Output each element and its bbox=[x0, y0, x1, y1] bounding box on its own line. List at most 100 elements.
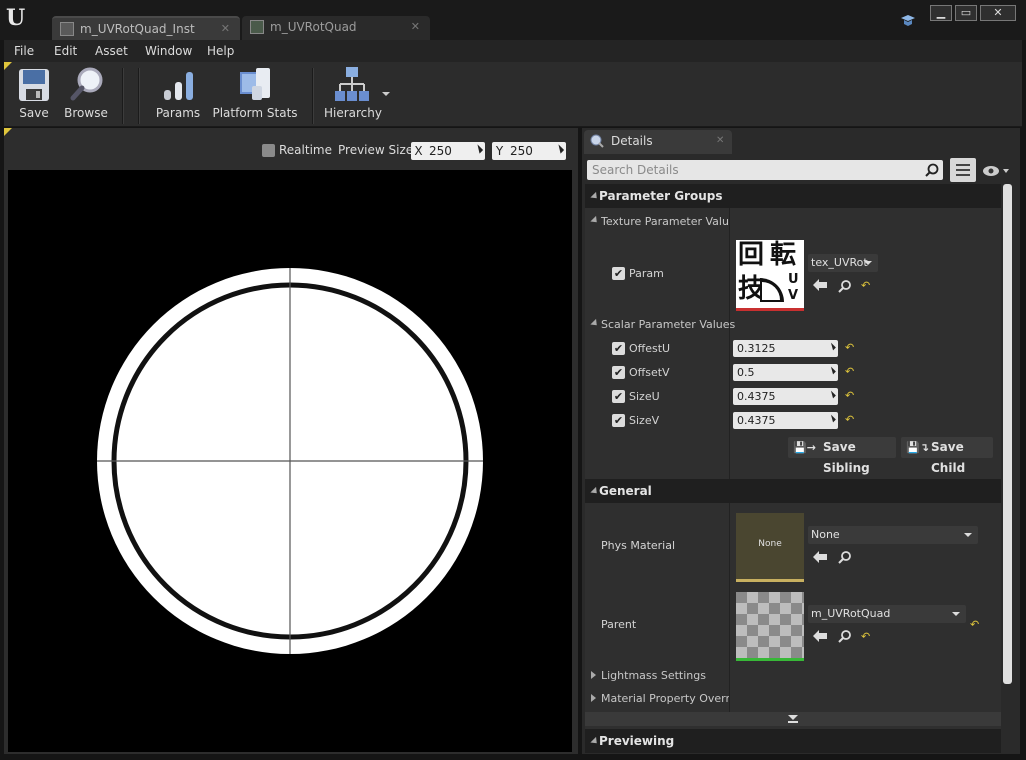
browse-asset-icon[interactable] bbox=[838, 279, 852, 293]
search-details-input[interactable]: Search Details bbox=[587, 160, 943, 180]
params-button[interactable]: Params bbox=[154, 62, 202, 126]
sizeu-input[interactable]: 0.4375 bbox=[733, 388, 838, 405]
phys-material-thumbnail[interactable]: None bbox=[736, 513, 804, 582]
scalar-label: SizeU bbox=[629, 390, 660, 403]
magnifier-icon bbox=[70, 67, 103, 101]
texture-asset-dropdown[interactable]: tex_UVRot bbox=[808, 254, 878, 272]
drag-arrow-icon bbox=[828, 390, 836, 399]
reset-to-default-icon[interactable]: ↶ bbox=[845, 365, 854, 378]
save-child-icon: 💾↴ bbox=[906, 441, 929, 454]
texture-group-row[interactable]: Texture Parameter Value bbox=[585, 210, 729, 232]
collapsed-arrow-icon bbox=[591, 694, 596, 702]
close-tab-icon[interactable]: ✕ bbox=[716, 130, 724, 152]
close-tab-icon[interactable]: ✕ bbox=[221, 18, 230, 40]
save-sibling-icon: 💾→ bbox=[793, 441, 816, 454]
scalar-value: 0.4375 bbox=[737, 414, 776, 427]
parent-material-thumbnail[interactable] bbox=[736, 592, 804, 661]
sizeu-checkbox[interactable]: ✔ bbox=[612, 390, 625, 403]
column-divider bbox=[729, 184, 730, 714]
search-icon bbox=[925, 163, 939, 177]
reset-to-default-icon[interactable]: ↶ bbox=[845, 389, 854, 402]
reset-to-default-icon[interactable]: ↶ bbox=[845, 413, 854, 426]
toolbar-corner-marker bbox=[4, 62, 12, 70]
advanced-expander[interactable] bbox=[585, 712, 1001, 726]
use-selected-arrow-icon[interactable] bbox=[813, 279, 827, 291]
material-property-overrides-row[interactable]: Material Property Overri bbox=[585, 688, 729, 708]
menu-file[interactable]: File bbox=[14, 40, 34, 62]
close-tab-icon[interactable]: ✕ bbox=[411, 16, 420, 38]
learn-icon[interactable] bbox=[900, 14, 916, 28]
reset-to-default-icon[interactable]: ↶ bbox=[845, 341, 854, 354]
minimize-button[interactable]: ▁ bbox=[930, 5, 952, 21]
menu-window[interactable]: Window bbox=[145, 40, 192, 62]
use-selected-arrow-icon[interactable] bbox=[813, 630, 827, 642]
scalar-value: 0.3125 bbox=[737, 342, 776, 355]
previewing-category[interactable]: Previewing bbox=[585, 729, 1001, 753]
platform-stats-button[interactable]: Platform Stats bbox=[212, 62, 298, 126]
drag-arrow-icon bbox=[473, 144, 484, 154]
hierarchy-button[interactable]: Hierarchy bbox=[322, 62, 384, 126]
menu-asset[interactable]: Asset bbox=[95, 40, 128, 62]
expand-down-icon bbox=[788, 715, 798, 723]
browse-asset-icon[interactable] bbox=[838, 629, 852, 643]
reset-to-default-icon[interactable]: ↶ bbox=[861, 630, 870, 643]
parent-label: Parent bbox=[601, 618, 637, 631]
save-label: Save bbox=[19, 106, 49, 120]
lightmass-settings-row[interactable]: Lightmass Settings bbox=[585, 665, 729, 685]
scalar-group-row[interactable]: Scalar Parameter Values bbox=[585, 313, 735, 335]
preview-size-y-input[interactable]: Y 250 bbox=[492, 142, 566, 160]
preview-size-label: Preview Size bbox=[338, 143, 414, 157]
panel-corner-marker bbox=[4, 128, 12, 136]
title-bar: U m_UVRotQuad_Inst ✕ m_UVRotQuad ✕ ▁ ▭ ✕ bbox=[0, 0, 1026, 42]
quarter-circle-icon bbox=[760, 278, 784, 302]
texture-thumbnail[interactable]: 回 転 技 U V bbox=[736, 240, 804, 311]
browse-asset-icon[interactable] bbox=[838, 550, 852, 564]
parent-material-dropdown[interactable]: m_UVRotQuad bbox=[808, 605, 966, 623]
maximize-button[interactable]: ▭ bbox=[955, 5, 977, 21]
menu-edit[interactable]: Edit bbox=[54, 40, 77, 62]
use-selected-arrow-icon[interactable] bbox=[813, 551, 827, 563]
general-category[interactable]: General bbox=[585, 479, 1001, 503]
save-icon bbox=[19, 69, 49, 101]
sizev-input[interactable]: 0.4375 bbox=[733, 412, 838, 429]
property-matrix-button[interactable] bbox=[950, 158, 976, 182]
hierarchy-dropdown-icon[interactable] bbox=[382, 92, 390, 96]
offsetv-input[interactable]: 0.5 bbox=[733, 364, 838, 381]
close-window-button[interactable]: ✕ bbox=[980, 5, 1016, 21]
offsetv-checkbox[interactable]: ✔ bbox=[612, 366, 625, 379]
phys-material-dropdown[interactable]: None bbox=[808, 526, 978, 544]
scalar-value: 0.5 bbox=[737, 366, 755, 379]
offestu-input[interactable]: 0.3125 bbox=[733, 340, 838, 357]
expand-arrow-icon bbox=[590, 318, 600, 329]
sizev-checkbox[interactable]: ✔ bbox=[612, 414, 625, 427]
reset-to-default-icon[interactable]: ↶ bbox=[861, 279, 870, 292]
realtime-checkbox[interactable] bbox=[262, 144, 275, 157]
search-placeholder: Search Details bbox=[592, 163, 679, 177]
save-child-button[interactable]: 💾↴ Save Child bbox=[901, 437, 993, 475]
menu-help[interactable]: Help bbox=[207, 40, 234, 62]
browse-button[interactable]: Browse bbox=[62, 62, 110, 126]
phys-material-label: Phys Material bbox=[601, 539, 676, 552]
details-tab[interactable]: Details ✕ bbox=[584, 130, 732, 154]
unreal-logo-icon[interactable]: U bbox=[6, 6, 30, 30]
tab-material-instance[interactable]: m_UVRotQuad_Inst ✕ bbox=[52, 16, 240, 42]
param-label: Param bbox=[629, 267, 664, 280]
tab-material[interactable]: m_UVRotQuad ✕ bbox=[242, 16, 430, 40]
eye-icon bbox=[983, 166, 1009, 176]
texture-asset-value: tex_UVRot bbox=[811, 256, 868, 269]
preview-size-x-input[interactable]: X 250 bbox=[411, 142, 485, 160]
details-scrollbar[interactable] bbox=[1003, 184, 1012, 684]
details-icon bbox=[590, 134, 604, 148]
thumb-char: 回 bbox=[738, 240, 765, 270]
list-view-icon bbox=[956, 164, 970, 176]
save-sibling-button[interactable]: 💾→ Save Sibling bbox=[788, 437, 896, 475]
toolbar-separator bbox=[122, 68, 124, 124]
view-options-button[interactable] bbox=[982, 164, 1012, 178]
save-button[interactable]: Save bbox=[14, 62, 54, 126]
param-checkbox[interactable]: ✔ bbox=[612, 267, 625, 280]
offestu-checkbox[interactable]: ✔ bbox=[612, 342, 625, 355]
thumb-char: 転 bbox=[770, 240, 797, 270]
preview-viewport[interactable] bbox=[8, 170, 572, 752]
parameter-groups-category[interactable]: Parameter Groups bbox=[585, 184, 1001, 208]
reset-to-default-icon[interactable]: ↶ bbox=[970, 618, 979, 631]
